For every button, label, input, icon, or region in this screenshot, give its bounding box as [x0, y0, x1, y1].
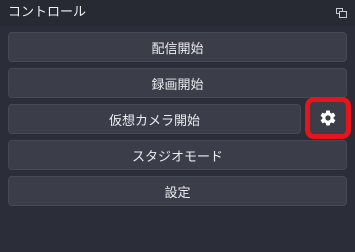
settings-label: 設定 [164, 185, 191, 201]
start-virtual-camera-button[interactable]: 仮想カメラ開始 [8, 104, 301, 134]
start-virtual-camera-label: 仮想カメラ開始 [108, 113, 200, 129]
start-recording-label: 録画開始 [151, 77, 204, 93]
undock-icon[interactable] [336, 8, 347, 18]
start-streaming-label: 配信開始 [151, 41, 204, 57]
gear-icon [320, 110, 336, 126]
controls-panel-header: コントロール [0, 0, 355, 26]
studio-mode-button[interactable]: スタジオモード [8, 140, 347, 170]
virtual-camera-settings-button[interactable] [305, 97, 351, 139]
start-streaming-button[interactable]: 配信開始 [8, 32, 347, 62]
studio-mode-label: スタジオモード [131, 149, 223, 165]
panel-title: コントロール [8, 5, 87, 20]
settings-button[interactable]: 設定 [8, 176, 347, 206]
start-recording-button[interactable]: 録画開始 [8, 68, 347, 98]
